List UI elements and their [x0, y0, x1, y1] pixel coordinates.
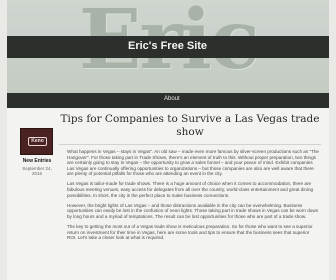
site-title[interactable]: Eric's Free Site	[128, 40, 207, 52]
post-article: Tips for Companies to Survive a Las Vega…	[59, 113, 321, 245]
post-title[interactable]: Tips for Companies to Survive a Las Vega…	[59, 113, 321, 145]
category-link[interactable]: New Entries	[20, 158, 54, 164]
page: Eric Eric's Free Site About Keno New Ent…	[7, 0, 329, 280]
post-body: What happens in Vegas – stays in Vegas".…	[59, 145, 321, 241]
thumbnail-badge: Keno	[28, 137, 47, 146]
post-paragraph: However, the bright lights of Las Vegas …	[67, 202, 319, 219]
post-paragraph: What happens in Vegas – stays in Vegas".…	[67, 149, 319, 177]
site-header: Eric Eric's Free Site	[7, 0, 329, 93]
post-meta-sidebar: Keno New Entries September 24, 2016	[20, 128, 54, 176]
post-date: September 24, 2016	[22, 166, 52, 176]
post-paragraph: Las Vegas is tailor-made for trade shows…	[67, 181, 314, 198]
post-thumbnail[interactable]: Keno	[20, 128, 53, 155]
post-paragraph: The key to getting the most out of a Veg…	[67, 224, 313, 241]
nav-item-about[interactable]: About	[164, 96, 180, 102]
main-content: Keno New Entries September 24, 2016 Tips…	[7, 108, 329, 280]
nav-bar: About	[7, 93, 329, 108]
